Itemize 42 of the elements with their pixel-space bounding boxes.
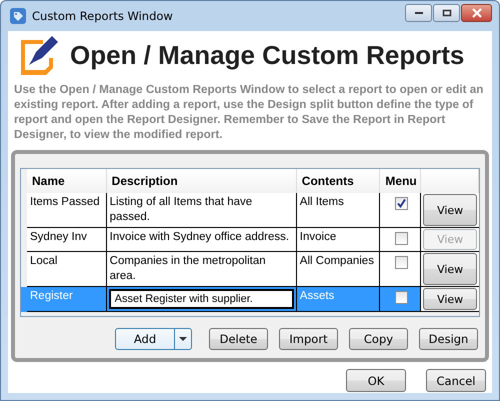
caret-icon [179,336,187,342]
view-button[interactable]: View [423,253,477,285]
dialog-button[interactable]: OK [346,369,406,392]
table-cell[interactable]: Local [27,252,107,287]
menu-checkbox[interactable] [394,197,408,210]
table-cell: Companies in the metropolitan area. [110,255,266,282]
table-cell[interactable]: Sydney Inv [27,228,107,252]
action-button[interactable]: Delete [209,328,268,350]
menu-checkbox[interactable] [394,232,408,245]
action-button[interactable]: Copy [349,328,408,350]
table-cell: All Items [296,193,380,228]
view-button[interactable]: View [423,288,477,310]
maximize-icon [442,9,452,17]
close-icon [470,8,482,18]
table-cell: All Companies [296,252,380,287]
tag-icon [10,8,26,24]
column-header[interactable]: Contents [296,169,380,193]
close-button[interactable] [461,4,492,22]
column-header[interactable]: Menu [380,169,422,193]
menu-checkbox[interactable] [394,291,408,304]
column-header[interactable]: Description [106,169,297,193]
menu-checkbox[interactable] [394,256,408,269]
add-split-button[interactable]: Add [115,328,192,350]
action-button[interactable]: Import [279,328,338,350]
column-header [421,169,479,193]
action-button[interactable]: Design [419,328,478,350]
column-header[interactable]: Name [27,169,107,193]
page-title: Open / Manage Custom Reports [70,40,464,70]
table-cell: Invoice with Sydney office address. [110,231,290,243]
table-cell: Invoice [296,228,380,252]
minimize-button[interactable] [405,4,432,22]
minimize-icon [414,11,424,15]
table-cell[interactable]: Items Passed [27,193,107,228]
description-text: Use the Open / Manage Custom Reports Window to select a report to open or edit an existing report. After adding a report, use the Design split button define the type of report and open the Report Designer. Remember to Save the Report in Report Designer, to view the modified report. [14,82,484,142]
view-button[interactable]: View [423,194,477,226]
dialog-button[interactable]: Cancel [426,369,486,392]
maximize-button[interactable] [433,4,460,22]
edit-document-icon [18,34,60,76]
window-title: Custom Reports Window [32,9,173,23]
table-cell: Listing of all Items that have passed. [110,196,252,223]
description-field[interactable]: Asset Register with supplier. [108,289,294,309]
table-cell: Assets [296,287,380,312]
